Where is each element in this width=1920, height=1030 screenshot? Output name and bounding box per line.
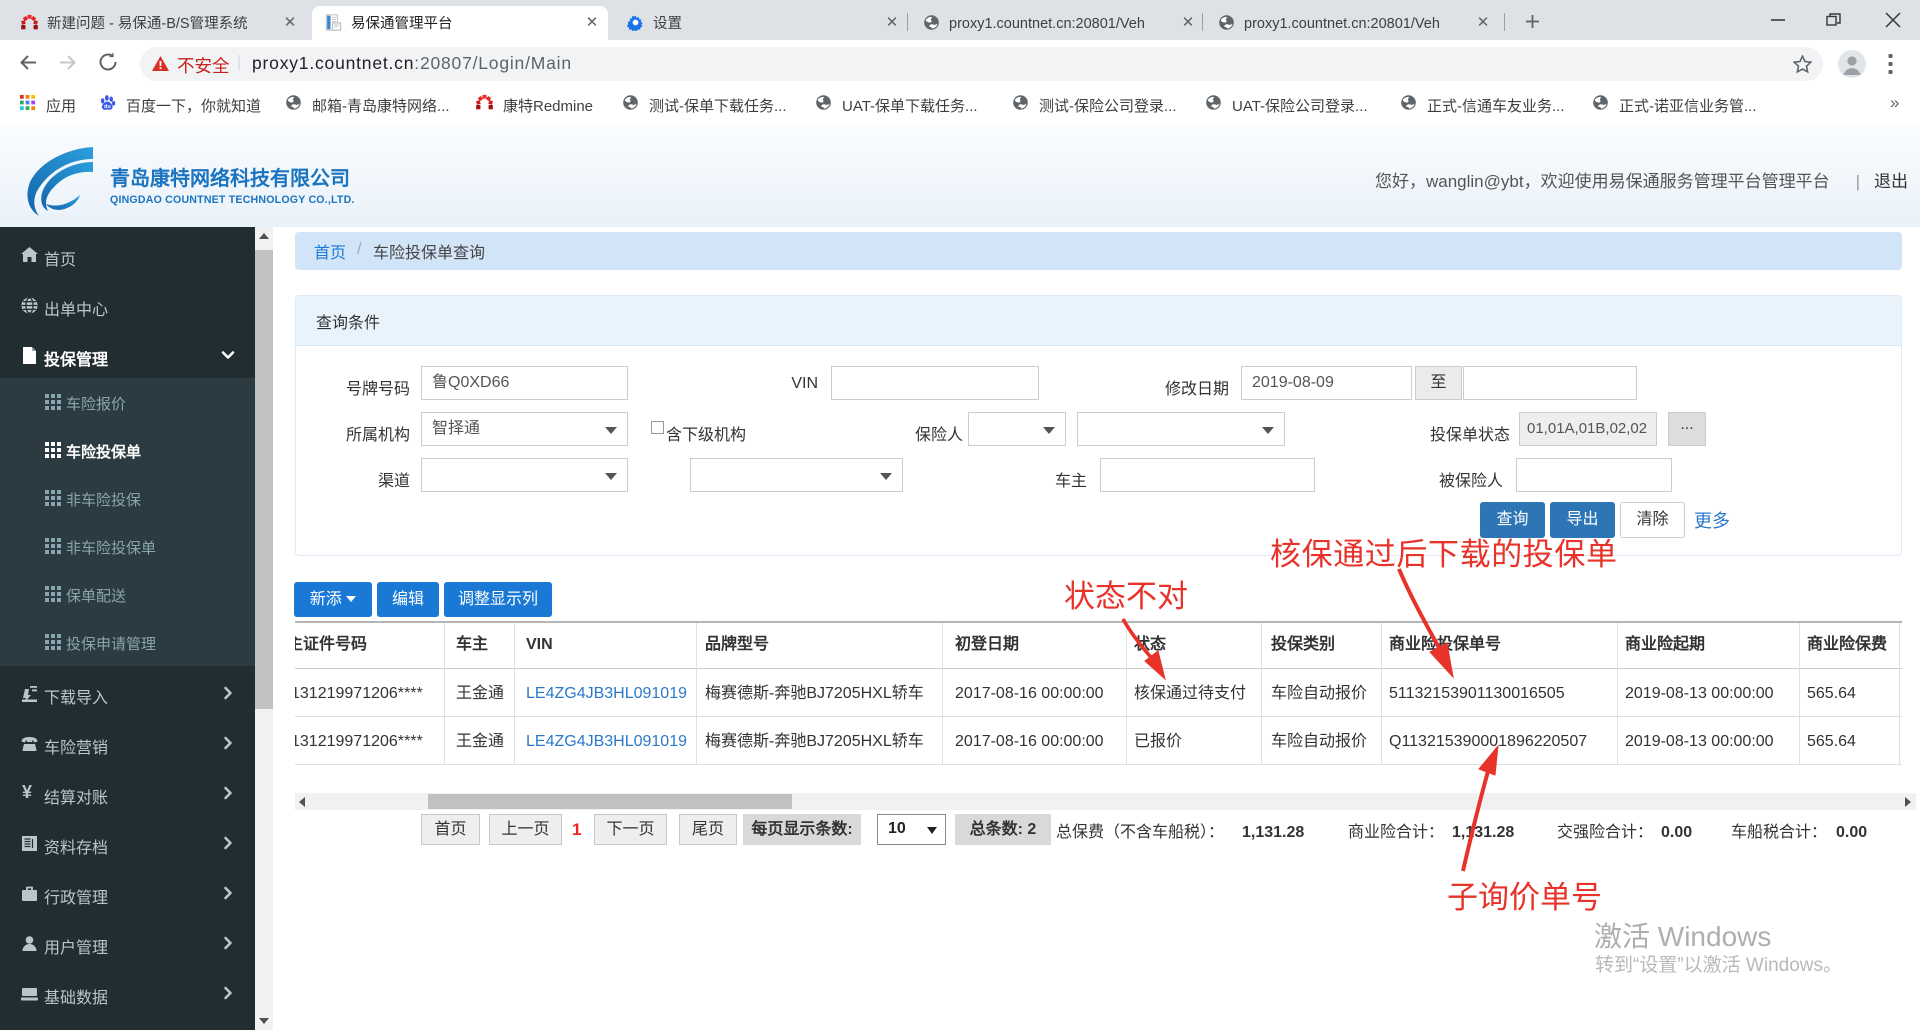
- svg-text:du: du: [104, 104, 111, 110]
